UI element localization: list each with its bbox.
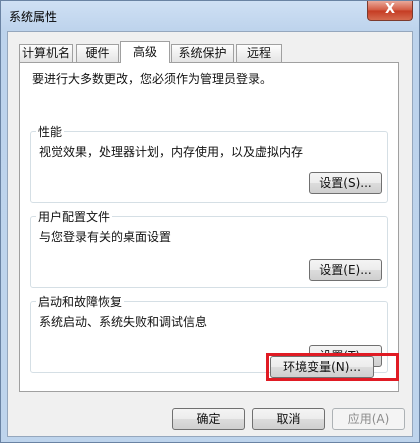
user-profiles-settings-button[interactable]: 设置(E)... xyxy=(309,259,382,281)
admin-note: 要进行大多数更改，您必须作为管理员登录。 xyxy=(32,72,273,86)
user-profiles-group: 用户配置文件 与您登录有关的桌面设置 设置(E)... xyxy=(30,208,388,288)
dialog-client-area: 计算机名 硬件 高级 系统保护 远程 要进行大多数更改，您必须作为管理员登录。 … xyxy=(7,31,413,437)
window-title: 系统属性 xyxy=(9,10,58,24)
user-profiles-title: 用户配置文件 xyxy=(36,208,113,225)
tab-advanced[interactable]: 高级 xyxy=(120,41,170,63)
performance-title: 性能 xyxy=(36,123,65,140)
performance-group: 性能 视觉效果，处理器计划，内存使用，以及虚拟内存 设置(S)... xyxy=(30,123,388,203)
close-button[interactable]: X xyxy=(367,1,413,21)
system-properties-window: 系统属性 X 计算机名 硬件 高级 系统保护 远程 要进行大多数更改，您必须作为… xyxy=(0,0,420,443)
cancel-button[interactable]: 取消 xyxy=(252,408,325,430)
startup-recovery-title: 启动和故障恢复 xyxy=(36,293,125,310)
startup-recovery-description: 系统启动、系统失败和调试信息 xyxy=(39,315,208,329)
performance-description: 视觉效果，处理器计划，内存使用，以及虚拟内存 xyxy=(39,145,304,159)
close-icon: X xyxy=(384,2,396,17)
apply-button[interactable]: 应用(A) xyxy=(332,408,405,430)
performance-settings-button[interactable]: 设置(S)... xyxy=(309,172,382,194)
tab-computer-name[interactable]: 计算机名 xyxy=(19,44,73,62)
tab-remote[interactable]: 远程 xyxy=(236,44,282,62)
advanced-tab-page: 要进行大多数更改，您必须作为管理员登录。 性能 视觉效果，处理器计划，内存使用，… xyxy=(19,62,399,392)
highlight-box xyxy=(266,353,399,381)
title-bar[interactable]: 系统属性 X xyxy=(1,1,419,31)
user-profiles-description: 与您登录有关的桌面设置 xyxy=(39,230,172,244)
ok-button[interactable]: 确定 xyxy=(172,408,245,430)
tab-hardware[interactable]: 硬件 xyxy=(76,44,119,62)
tab-system-protection[interactable]: 系统保护 xyxy=(171,44,234,62)
